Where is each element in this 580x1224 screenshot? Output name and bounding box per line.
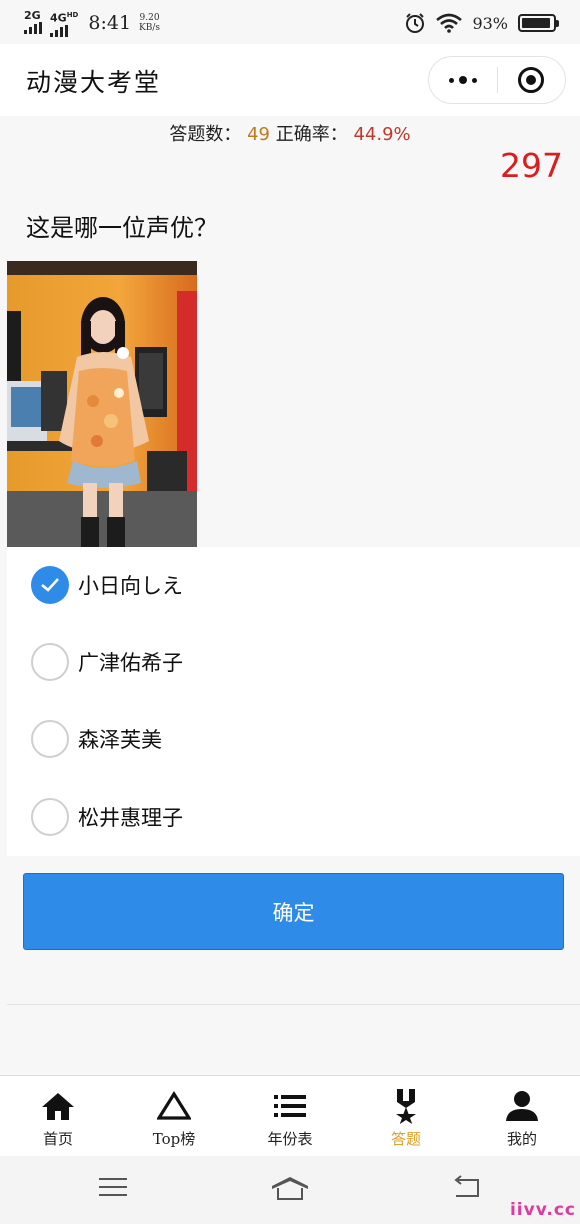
back-icon (454, 1175, 479, 1197)
system-nav-bar: iivv.cc (0, 1156, 580, 1224)
hamburger-icon (99, 1178, 127, 1196)
accuracy-label: 正确率： (275, 124, 348, 145)
tab-years[interactable]: 年份表 (232, 1076, 348, 1156)
home-nav-button[interactable] (270, 1174, 310, 1206)
more-dots-icon (448, 76, 477, 84)
speed-value: 9.20 (139, 13, 160, 23)
tab-label: 年份表 (267, 1130, 313, 1148)
option-1[interactable]: 小日向しえ (7, 547, 580, 623)
alarm-icon (406, 13, 425, 33)
confirm-button[interactable]: 确定 (23, 873, 564, 950)
option-label: 广津佑希子 (78, 651, 183, 675)
score: 297 (500, 146, 563, 185)
more-menu-button[interactable] (429, 57, 497, 103)
quiz-stats: 答题数： 49 正确率： 44.9% (0, 120, 580, 146)
signal-bars-icon (24, 22, 42, 34)
tab-home[interactable]: 首页 (0, 1076, 116, 1156)
battery-percent: 93% (472, 13, 508, 33)
divider (7, 1004, 580, 1005)
radio-unchecked[interactable] (31, 720, 69, 758)
tab-label: 首页 (42, 1130, 73, 1148)
tab-label: 答题 (390, 1130, 421, 1148)
status-left: 2G 4GHD 8:41 9.20 KB/s (24, 10, 160, 37)
option-label: 松井惠理子 (78, 806, 183, 830)
question-text: 这是哪一位声优？ (26, 214, 218, 242)
network-4g-label: 4GHD (50, 11, 79, 25)
home-outline-icon (272, 1177, 308, 1200)
signal-4g: 4GHD (50, 10, 78, 37)
accuracy-value: 44.9% (353, 124, 411, 145)
medal-icon (393, 1088, 419, 1124)
close-mini-program-button[interactable] (498, 57, 566, 103)
option-label: 小日向しえ (78, 574, 183, 598)
status-bar: 2G 4GHD 8:41 9.20 KB/s 93% (0, 0, 580, 44)
tab-label: 我的 (506, 1130, 537, 1148)
user-icon (505, 1088, 539, 1124)
option-label: 森泽芙美 (78, 728, 162, 752)
watermark-text: iivv.cc (509, 1200, 576, 1220)
app-title: 动漫大考堂 (26, 68, 162, 97)
radio-checked[interactable] (31, 566, 69, 604)
voice-actress-photo (7, 261, 197, 547)
option-2[interactable]: 广津佑希子 (7, 624, 580, 700)
screen: 2G 4GHD 8:41 9.20 KB/s 93% 动漫大考堂 答题数： 49… (0, 0, 580, 1224)
list-icon (273, 1088, 307, 1124)
radio-unchecked[interactable] (31, 643, 69, 681)
menu-nav-button[interactable] (98, 1174, 128, 1204)
target-circle-icon (518, 67, 545, 93)
mini-program-capsule (428, 56, 566, 104)
question-photo (7, 261, 197, 547)
battery-icon (518, 14, 559, 32)
network-2g-label: 2G (24, 9, 41, 22)
answered-count: 49 (247, 124, 270, 145)
tab-top[interactable]: Top榜 (116, 1076, 232, 1156)
network-speed: 9.20 KB/s (139, 13, 160, 33)
clock: 8:41 (88, 12, 132, 34)
radio-unchecked[interactable] (31, 798, 69, 836)
status-right: 93% (404, 12, 559, 34)
answer-options: 小日向しえ 广津佑希子 森泽芙美 松井惠理子 (7, 547, 580, 856)
signal-2g: 2G (24, 10, 42, 34)
back-nav-button[interactable] (452, 1174, 482, 1204)
home-icon (41, 1088, 75, 1124)
tab-mine[interactable]: 我的 (464, 1076, 580, 1156)
title-bar: 动漫大考堂 (0, 44, 580, 116)
checkmark-icon (41, 578, 59, 592)
wifi-icon (436, 13, 463, 33)
speed-unit: KB/s (139, 23, 161, 33)
tab-bar: 首页 Top榜 年份表 答题 我的 (0, 1075, 580, 1156)
tab-quiz[interactable]: 答题 (348, 1076, 464, 1156)
signal-bars-icon (50, 24, 68, 37)
triangle-icon (157, 1088, 191, 1124)
option-4[interactable]: 松井惠理子 (7, 779, 580, 855)
tab-label: Top榜 (152, 1130, 196, 1148)
option-3[interactable]: 森泽芙美 (7, 701, 580, 777)
answered-label: 答题数： (169, 124, 242, 145)
battery-fill (522, 18, 550, 28)
